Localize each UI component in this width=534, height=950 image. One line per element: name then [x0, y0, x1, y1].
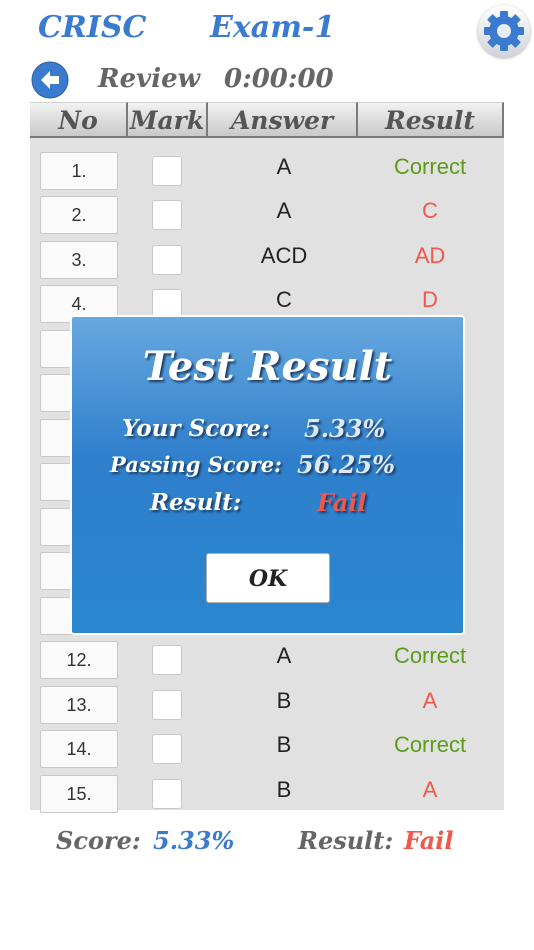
dialog-title: Test Result [142, 343, 393, 390]
score-footer: Score: 5.33% Result: Fail [0, 822, 534, 862]
answer-cell: B [276, 777, 292, 802]
result-cell: A [422, 777, 438, 802]
answer-cell: A [276, 198, 292, 223]
result-cell: Correct [393, 643, 467, 668]
question-number-button[interactable]: 1. [40, 152, 118, 190]
app-title: CRISC [38, 10, 147, 45]
question-number-button[interactable]: 15. [40, 775, 118, 813]
exam-title: Exam-1 [210, 10, 336, 45]
gear-icon [484, 11, 524, 51]
back-button[interactable] [31, 61, 69, 99]
result-cell: D [422, 287, 438, 312]
question-number-button[interactable]: 3. [40, 241, 118, 279]
column-header-result: Result [358, 102, 504, 138]
table-row: 2. A C [30, 192, 504, 236]
footer-result-label: Result: [298, 826, 394, 855]
answer-cell: ACD [260, 243, 308, 268]
timer: 0:00:00 [224, 64, 334, 94]
table-row: 14. B Correct [30, 726, 504, 770]
result-cell: A [422, 688, 438, 713]
table-row: 3. ACD AD [30, 237, 504, 281]
review-label: Review [98, 64, 201, 94]
result-label: Result: [150, 489, 242, 516]
test-result-dialog: Test Result Your Score: 5.33% Passing Sc… [70, 315, 465, 635]
question-number-button[interactable]: 12. [40, 641, 118, 679]
answer-cell: C [276, 287, 292, 312]
your-score-value: 5.33% [304, 414, 386, 443]
question-number-button[interactable]: 14. [40, 730, 118, 768]
question-number-button[interactable]: 2. [40, 196, 118, 234]
mark-checkbox[interactable] [152, 779, 182, 809]
answer-cell: B [276, 732, 292, 757]
footer-score-value: 5.33% [153, 826, 235, 855]
mark-checkbox[interactable] [152, 245, 182, 275]
table-row: 15. B A [30, 771, 504, 815]
result-value: Fail [317, 488, 367, 517]
table-row: 12. A Correct [30, 637, 504, 681]
arrow-left-circle-icon [31, 61, 69, 99]
question-number-button[interactable]: 13. [40, 686, 118, 724]
your-score-label: Your Score: [122, 415, 270, 442]
result-cell: C [422, 198, 438, 223]
answer-cell: A [276, 154, 292, 179]
footer-score-label: Score: [56, 826, 141, 855]
answer-cell: A [276, 643, 292, 668]
mark-checkbox[interactable] [152, 200, 182, 230]
footer-result-value: Fail [404, 826, 454, 855]
settings-button[interactable] [478, 5, 530, 57]
mark-checkbox[interactable] [152, 645, 182, 675]
table-header: No Mark Answer Result [30, 102, 504, 138]
passing-score-value: 56.25% [297, 450, 395, 479]
mark-checkbox[interactable] [152, 156, 182, 186]
result-cell: AD [414, 243, 446, 268]
answer-cell: B [276, 688, 292, 713]
column-header-no: No [30, 102, 128, 138]
table-row: 1. A Correct [30, 148, 504, 192]
review-bar: Review 0:00:00 [0, 60, 534, 100]
app-header: CRISC Exam-1 [0, 0, 534, 60]
ok-button[interactable]: OK [206, 553, 330, 603]
passing-score-label: Passing Score: [110, 452, 282, 477]
table-row: 13. B A [30, 682, 504, 726]
mark-checkbox[interactable] [152, 690, 182, 720]
result-cell: Correct [393, 154, 467, 179]
mark-checkbox[interactable] [152, 734, 182, 764]
column-header-mark: Mark [128, 102, 208, 138]
column-header-answer: Answer [208, 102, 358, 138]
result-cell: Correct [393, 732, 467, 757]
